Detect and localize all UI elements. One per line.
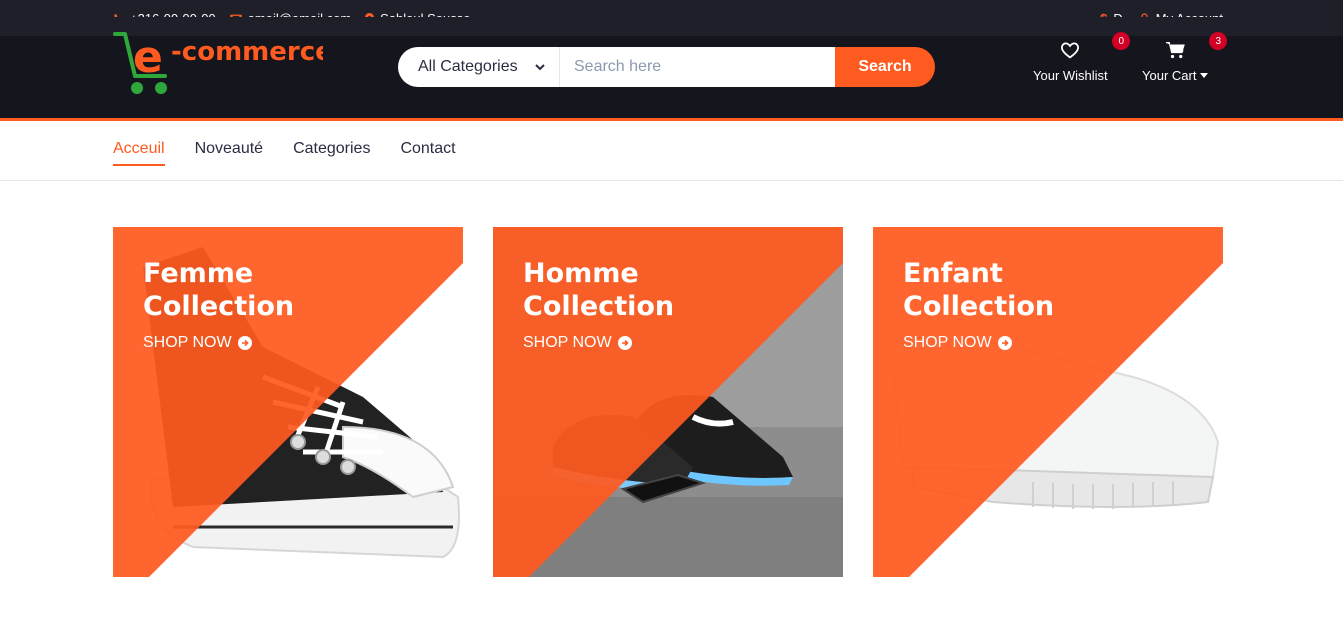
nav-item-contact[interactable]: Contact bbox=[400, 140, 455, 162]
arrow-circle-right-icon bbox=[997, 336, 1012, 350]
nav-item-acceuil[interactable]: Acceuil bbox=[113, 140, 165, 166]
cart-label-row: Your Cart bbox=[1142, 68, 1209, 83]
shop-title-line2: Collection bbox=[903, 291, 1055, 322]
arrow-circle-right-icon bbox=[617, 336, 632, 350]
logo-text: -commerce bbox=[171, 37, 323, 67]
search-input[interactable]: Search here bbox=[560, 47, 835, 87]
main-navigation: Acceuil Noveauté Categories Contact bbox=[0, 121, 1343, 181]
shop-card-enfant[interactable]: Enfant Collection SHOP NOW bbox=[873, 227, 1223, 577]
shop-now-link[interactable]: SHOP NOW bbox=[903, 334, 1012, 352]
category-select[interactable]: All Categories bbox=[398, 47, 560, 87]
heart-icon bbox=[1060, 41, 1080, 62]
shop-title: Femme Collection bbox=[143, 257, 294, 323]
shop-card-homme[interactable]: Homme Collection SHOP NOW bbox=[493, 227, 843, 577]
nav-list: Acceuil Noveauté Categories Contact bbox=[113, 140, 456, 166]
cart-icon-wrap: 3 bbox=[1165, 32, 1228, 62]
wishlist-link[interactable]: 0 Your Wishlist bbox=[1033, 32, 1131, 83]
caret-down-icon bbox=[1200, 73, 1209, 78]
shop-title-line2: Collection bbox=[523, 291, 675, 322]
shop-title-line1: Femme bbox=[143, 258, 254, 289]
shop-title-line2: Collection bbox=[143, 291, 295, 322]
shop-now-label: SHOP NOW bbox=[523, 334, 612, 351]
nav-item-categories[interactable]: Categories bbox=[293, 140, 370, 162]
shop-now-label: SHOP NOW bbox=[903, 334, 992, 351]
shop-now-label: SHOP NOW bbox=[143, 334, 232, 351]
category-select-value: All Categories bbox=[418, 58, 518, 75]
shop-now-link[interactable]: SHOP NOW bbox=[143, 334, 252, 352]
cart-logo-icon: e -commerce bbox=[113, 32, 333, 94]
shop-title: Enfant Collection bbox=[903, 257, 1054, 323]
search-placeholder: Search here bbox=[574, 58, 662, 75]
search-button[interactable]: Search bbox=[835, 47, 935, 87]
logo[interactable]: e -commerce bbox=[113, 30, 333, 96]
cart-label: Your Cart bbox=[1142, 68, 1197, 83]
wishlist-label: Your Wishlist bbox=[1033, 68, 1108, 83]
cart-dropdown[interactable]: 3 Your Cart bbox=[1142, 32, 1228, 83]
arrow-circle-right-icon bbox=[237, 336, 252, 350]
chevron-down-icon bbox=[535, 58, 545, 76]
shopping-cart-icon bbox=[1165, 41, 1186, 62]
shop-title-line1: Homme bbox=[523, 258, 639, 289]
wishlist-label-row: Your Wishlist bbox=[1033, 68, 1108, 83]
shop-card-femme[interactable]: Femme Collection SHOP NOW bbox=[113, 227, 463, 577]
nav-item-noveaute[interactable]: Noveauté bbox=[195, 140, 264, 162]
logo-e-letter: e bbox=[133, 32, 163, 83]
shop-now-link[interactable]: SHOP NOW bbox=[523, 334, 632, 352]
shop-title-line1: Enfant bbox=[903, 258, 1003, 289]
wishlist-icon-wrap: 0 bbox=[1060, 32, 1131, 62]
shop-title: Homme Collection bbox=[523, 257, 674, 323]
search-form: All Categories Search here Search bbox=[398, 47, 935, 87]
